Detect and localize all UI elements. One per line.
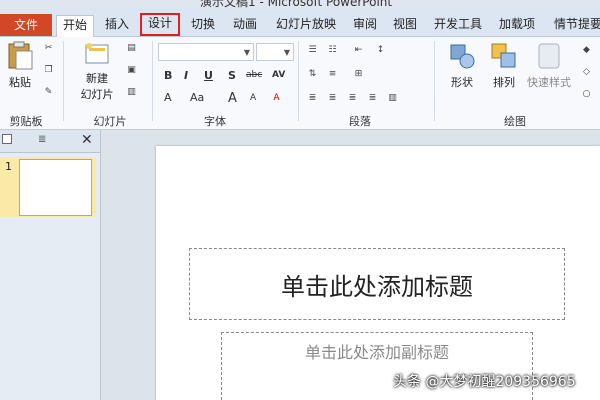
new-slide-icon (85, 43, 109, 64)
outline-tab-icon[interactable]: ≣ (38, 134, 46, 145)
group-divider (434, 41, 435, 121)
tab-addins[interactable]: 加载项 (494, 15, 540, 36)
smartart-icon[interactable]: ⊞ (352, 69, 365, 80)
arrange-label: 排列 (493, 76, 515, 89)
ribbon-tab-row: 文件 开始 插入 设计 切换 动画 幻灯片放映 审阅 视图 开发工具 加载项 情… (0, 8, 600, 37)
tab-file[interactable]: 文件 (0, 14, 52, 36)
group-divider (63, 41, 64, 121)
numbering-icon[interactable]: ☷ (326, 45, 339, 56)
align-center-icon[interactable]: ≣ (326, 93, 339, 104)
change-case-button[interactable]: Aa (190, 91, 204, 104)
cut-icon[interactable]: ✂ (42, 43, 55, 54)
underline-button[interactable]: U (204, 69, 213, 82)
font-color-icon[interactable]: A (270, 93, 283, 104)
italic-button[interactable]: I (184, 69, 188, 82)
new-slide-label-1: 新建 (86, 72, 108, 85)
group-divider (152, 41, 153, 121)
ribbon: 粘贴 ✂ ❐ ✎ 剪贴板 新建 幻灯片 ▤ ▣ ▥ 幻灯片 ▼ ▼ B I U … (0, 37, 600, 130)
strikethrough-button[interactable]: abc (246, 70, 262, 80)
align-left-icon[interactable]: ≣ (306, 93, 319, 104)
section-icon[interactable]: ▥ (125, 87, 138, 98)
slides-tab-icon[interactable] (2, 134, 12, 144)
bold-button[interactable]: B (164, 69, 172, 82)
window-title: 演示文稿1 - Microsoft PowerPoint (200, 0, 393, 8)
bullets-icon[interactable]: ☰ (306, 45, 319, 56)
arrange-icon (491, 43, 516, 68)
slide-thumbnail[interactable] (19, 159, 92, 216)
copy-icon[interactable]: ❐ (42, 65, 55, 76)
font-group-label: 字体 (204, 115, 226, 128)
font-size-combo[interactable]: ▼ (256, 43, 294, 61)
group-divider (298, 41, 299, 121)
quick-styles-icon (538, 43, 560, 69)
new-slide-label-2: 幻灯片 (80, 88, 114, 101)
tab-view[interactable]: 视图 (388, 15, 422, 36)
justify-icon[interactable]: ≣ (366, 93, 379, 104)
shape-outline-icon[interactable]: ◇ (580, 67, 593, 78)
paste-label: 粘贴 (9, 76, 31, 89)
char-spacing-button[interactable]: AV (272, 70, 285, 80)
columns-icon[interactable]: ▥ (386, 93, 399, 104)
shapes-label: 形状 (451, 76, 473, 89)
shapes-button[interactable]: 形状 (444, 41, 480, 90)
subtitle-placeholder-text: 单击此处添加副标题 (304, 343, 449, 362)
clipboard-group-label: 剪贴板 (9, 115, 43, 128)
clear-format-button[interactable]: A (164, 91, 172, 104)
paste-icon (8, 41, 33, 70)
tab-review[interactable]: 审阅 (348, 15, 382, 36)
shape-effects-icon[interactable]: ○ (580, 89, 593, 100)
align-right-icon[interactable]: ≣ (346, 93, 359, 104)
grow-font-button[interactable]: A (228, 91, 237, 106)
shapes-icon (450, 44, 475, 69)
quick-styles-label: 快速样式 (527, 76, 571, 89)
drawing-group-label: 绘图 (504, 115, 526, 128)
slides-group-label: 幻灯片 (93, 115, 127, 128)
slide-number: 1 (5, 160, 12, 173)
paragraph-group-label: 段落 (349, 115, 371, 128)
tab-animations[interactable]: 动画 (228, 15, 262, 36)
shrink-font-button[interactable]: A (250, 93, 256, 103)
decrease-indent-icon[interactable]: ⇤ (352, 45, 365, 56)
tab-insert[interactable]: 插入 (100, 15, 134, 36)
reset-icon[interactable]: ▣ (125, 65, 138, 76)
shadow-button[interactable]: S (228, 69, 236, 82)
paste-button[interactable]: 粘贴 (4, 41, 36, 90)
quick-styles-button[interactable]: 快速样式 (524, 41, 574, 90)
title-placeholder-text: 单击此处添加标题 (281, 273, 473, 301)
tab-home[interactable]: 开始 (56, 15, 94, 37)
tab-storyboard[interactable]: 情节提要 (548, 15, 600, 36)
shape-fill-icon[interactable]: ◆ (580, 45, 593, 56)
arrange-button[interactable]: 排列 (486, 41, 522, 90)
text-direction-icon[interactable]: ⇅ (306, 69, 319, 80)
line-spacing-icon[interactable]: ↕ (374, 45, 387, 56)
format-painter-icon[interactable]: ✎ (42, 87, 55, 98)
close-pane-icon[interactable]: ✕ (81, 132, 93, 148)
title-placeholder[interactable]: 单击此处添加标题 (189, 248, 565, 320)
font-name-combo[interactable]: ▼ (158, 43, 254, 61)
new-slide-button[interactable]: 新建 幻灯片 (74, 41, 120, 102)
watermark-text: 头条 @大梦初醒209356965 (393, 374, 576, 390)
title-bar: 演示文稿1 - Microsoft PowerPoint (0, 0, 600, 8)
pane-tab-strip: ≣ ✕ (0, 130, 100, 153)
layout-icon[interactable]: ▤ (125, 43, 138, 54)
align-text-icon[interactable]: ≡ (326, 69, 339, 80)
tab-developer[interactable]: 开发工具 (428, 15, 488, 36)
tab-slideshow[interactable]: 幻灯片放映 (268, 15, 344, 36)
